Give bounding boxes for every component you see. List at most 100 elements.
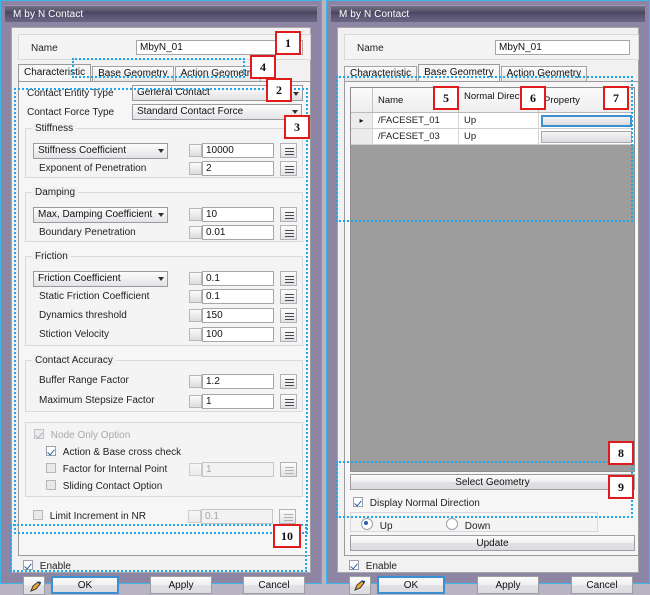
row-name[interactable]: /FACESET_01 bbox=[373, 113, 459, 128]
right-apply-button[interactable]: Apply bbox=[477, 576, 539, 594]
node-only-option-checkbox[interactable] bbox=[34, 429, 44, 439]
node-only-option-row[interactable]: Node Only Option bbox=[34, 429, 130, 441]
stiction-velocity-toggle[interactable] bbox=[189, 328, 202, 341]
exponent-of-penetration-toggle[interactable] bbox=[189, 162, 202, 175]
buffer-range-factor-expression-button[interactable] bbox=[280, 374, 297, 389]
stiffness-coefficient-expression-button[interactable] bbox=[280, 143, 297, 158]
static-friction-coefficient-expression-button[interactable] bbox=[280, 289, 297, 304]
static-friction-coefficient-input[interactable] bbox=[202, 289, 274, 304]
buffer-range-factor-label: Buffer Range Factor bbox=[39, 375, 129, 386]
radio-down-row[interactable]: Down bbox=[446, 518, 490, 532]
select-geometry-label: Select Geometry bbox=[455, 476, 530, 488]
row-normal-direction[interactable]: Up bbox=[459, 129, 539, 144]
factor-for-internal-point-checkbox[interactable] bbox=[46, 463, 56, 473]
left-enable-row[interactable]: Enable bbox=[23, 560, 71, 572]
damping-type-value: Max, Damping Coefficient bbox=[38, 209, 153, 220]
buffer-range-factor-toggle[interactable] bbox=[189, 375, 202, 388]
contact-entity-type-combo[interactable]: General Contact bbox=[132, 85, 287, 101]
tab-base-geometry[interactable]: Base Geometry bbox=[92, 66, 174, 81]
row-property-cell[interactable] bbox=[539, 129, 634, 144]
right-tab-base-geometry[interactable]: Base Geometry bbox=[418, 64, 500, 81]
maximum-stepsize-factor-expression-button[interactable] bbox=[280, 394, 297, 409]
damping-coefficient-toggle[interactable] bbox=[189, 208, 202, 221]
table-row[interactable]: /FACESET_03 Up bbox=[351, 129, 634, 145]
table-row[interactable]: ▸ /FACESET_01 Up bbox=[351, 113, 634, 129]
right-enable-label: Enable bbox=[365, 561, 397, 572]
left-ok-button[interactable]: OK bbox=[51, 576, 119, 594]
row-property-button[interactable] bbox=[541, 130, 632, 143]
right-tab-action-geometry[interactable]: Action Geometry bbox=[500, 66, 588, 81]
stiffness-type-value: Stiffness Coefficient bbox=[38, 145, 127, 156]
right-tab-characteristic[interactable]: Characteristic bbox=[344, 66, 418, 81]
stiffness-type-combo[interactable]: Stiffness Coefficient bbox=[33, 143, 168, 159]
display-normal-direction-row[interactable]: Display Normal Direction bbox=[353, 497, 480, 509]
boundary-penetration-input[interactable] bbox=[202, 225, 274, 240]
friction-coefficient-toggle[interactable] bbox=[189, 272, 202, 285]
chevron-down-icon bbox=[292, 110, 298, 114]
exponent-of-penetration-input[interactable] bbox=[202, 161, 274, 176]
dynamics-threshold-expression-button[interactable] bbox=[280, 308, 297, 323]
stiction-velocity-input[interactable] bbox=[202, 327, 274, 342]
radio-up-row[interactable]: Up bbox=[361, 518, 393, 532]
radio-down[interactable] bbox=[446, 518, 458, 530]
contact-force-type-value: Standard Contact Force bbox=[137, 106, 244, 117]
tab-characteristic[interactable]: Characteristic bbox=[18, 64, 92, 81]
select-geometry-button[interactable]: Select Geometry bbox=[350, 474, 635, 490]
limit-increment-row[interactable]: Limit Increment in NR bbox=[33, 510, 146, 522]
factor-internal-point-row[interactable]: Factor for Internal Point bbox=[46, 463, 167, 475]
geometry-table[interactable]: Name Normal Direction Property ▸ /FACESE… bbox=[350, 87, 635, 472]
boundary-penetration-expression-button[interactable] bbox=[280, 225, 297, 240]
right-cancel-button[interactable]: Cancel bbox=[571, 576, 633, 594]
factor-for-internal-point-expression-button bbox=[280, 462, 297, 477]
maximum-stepsize-factor-input[interactable] bbox=[202, 394, 274, 409]
contact-force-type-combo[interactable]: Standard Contact Force bbox=[132, 104, 302, 120]
friction-coefficient-expression-button[interactable] bbox=[280, 271, 297, 286]
right-name-input[interactable] bbox=[495, 40, 630, 55]
stiffness-coefficient-toggle[interactable] bbox=[189, 144, 202, 157]
damping-type-combo[interactable]: Max, Damping Coefficient bbox=[33, 207, 168, 223]
left-tool-button[interactable] bbox=[23, 576, 45, 595]
right-tool-button[interactable] bbox=[349, 576, 371, 595]
table-header-marker bbox=[351, 88, 373, 112]
row-name[interactable]: /FACESET_03 bbox=[373, 129, 459, 144]
display-normal-direction-checkbox[interactable] bbox=[353, 497, 363, 507]
contact-accuracy-group: Contact Accuracy Buffer Range Factor Max… bbox=[25, 355, 303, 412]
right-dialog-window: M by N Contact Name Characteristic Base … bbox=[326, 0, 650, 595]
radio-up[interactable] bbox=[361, 518, 373, 530]
left-apply-button[interactable]: Apply bbox=[150, 576, 212, 594]
damping-coefficient-expression-button[interactable] bbox=[280, 207, 297, 222]
row-property-cell[interactable] bbox=[539, 113, 634, 128]
sliding-contact-option-checkbox[interactable] bbox=[46, 480, 56, 490]
cross-check-row[interactable]: Action & Base cross check bbox=[46, 446, 181, 458]
chevron-down-icon bbox=[158, 277, 164, 281]
dynamics-threshold-input[interactable] bbox=[202, 308, 274, 323]
right-ok-button[interactable]: OK bbox=[377, 576, 445, 594]
stiction-velocity-expression-button[interactable] bbox=[280, 327, 297, 342]
stiffness-coefficient-input[interactable] bbox=[202, 143, 274, 158]
stiction-velocity-label: Stiction Velocity bbox=[39, 329, 110, 340]
row-property-button[interactable] bbox=[541, 114, 632, 127]
row-normal-direction[interactable]: Up bbox=[459, 113, 539, 128]
left-enable-checkbox[interactable] bbox=[23, 560, 33, 570]
action-base-cross-check-checkbox[interactable] bbox=[46, 446, 56, 456]
right-window-title: M by N Contact bbox=[339, 9, 410, 20]
update-button[interactable]: Update bbox=[350, 535, 635, 551]
right-title-bar: M by N Contact bbox=[331, 5, 645, 22]
tab-action-geometry[interactable]: Action Geometry bbox=[174, 66, 262, 81]
left-cancel-button[interactable]: Cancel bbox=[243, 576, 305, 594]
limit-increment-checkbox[interactable] bbox=[33, 510, 43, 520]
friction-type-combo[interactable]: Friction Coefficient bbox=[33, 271, 168, 287]
dynamics-threshold-toggle[interactable] bbox=[189, 309, 202, 322]
boundary-penetration-toggle[interactable] bbox=[189, 226, 202, 239]
right-enable-row[interactable]: Enable bbox=[349, 560, 397, 572]
maximum-stepsize-factor-toggle[interactable] bbox=[189, 395, 202, 408]
buffer-range-factor-input[interactable] bbox=[202, 374, 274, 389]
dynamics-threshold-label: Dynamics threshold bbox=[39, 310, 127, 321]
exponent-of-penetration-expression-button[interactable] bbox=[280, 161, 297, 176]
sliding-contact-option-row[interactable]: Sliding Contact Option bbox=[46, 480, 162, 492]
static-friction-coefficient-toggle[interactable] bbox=[189, 290, 202, 303]
right-enable-checkbox[interactable] bbox=[349, 560, 359, 570]
left-tab-page: Contact Entity Type General Contact Cont… bbox=[18, 81, 311, 556]
damping-coefficient-input[interactable] bbox=[202, 207, 274, 222]
friction-coefficient-input[interactable] bbox=[202, 271, 274, 286]
